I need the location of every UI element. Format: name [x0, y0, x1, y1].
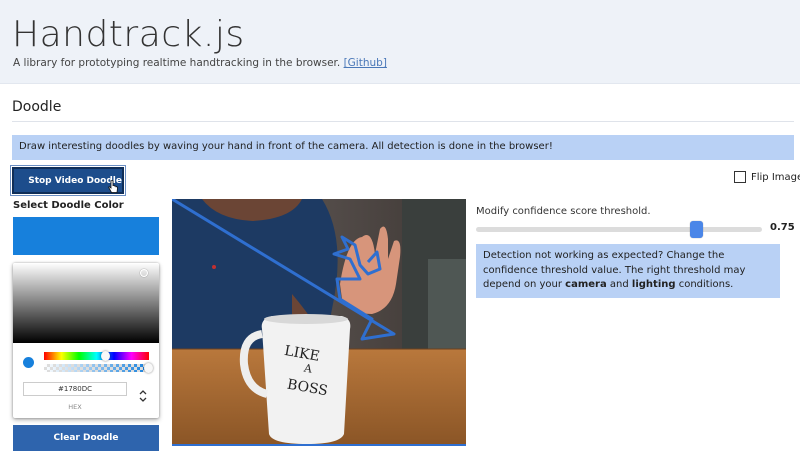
alpha-handle[interactable]	[144, 363, 153, 373]
hue-handle[interactable]	[101, 351, 110, 361]
section-title: Doodle	[12, 99, 62, 115]
header: Handtrack.js A library for prototyping r…	[0, 0, 800, 84]
chevron-up-down-icon[interactable]	[138, 388, 148, 404]
subtitle-text: A library for prototyping realtime handt…	[13, 57, 341, 69]
video-canvas: LIKE A BOSS	[172, 199, 466, 446]
select-doodle-color-label: Select Doodle Color	[13, 200, 124, 211]
saturation-handle[interactable]	[140, 269, 148, 277]
app-title: Handtrack.js	[12, 14, 245, 55]
color-preview	[23, 357, 34, 368]
help-lighting: lighting	[631, 279, 676, 290]
hand-pointer-icon	[108, 180, 118, 193]
clear-doodle-button[interactable]: Clear Doodle	[13, 425, 159, 451]
help-text-after: conditions.	[675, 279, 734, 290]
doodle-color-swatch[interactable]	[13, 217, 159, 255]
threshold-slider-track[interactable]	[476, 227, 762, 232]
hex-input[interactable]	[23, 382, 127, 396]
info-banner: Draw interesting doodles by waving your …	[12, 135, 794, 160]
saturation-area[interactable]	[13, 263, 159, 343]
github-link[interactable]: [Github]	[344, 57, 387, 69]
threshold-slider-thumb[interactable]	[690, 221, 703, 238]
video-frame: LIKE A BOSS	[172, 199, 466, 444]
color-picker: HEX	[13, 263, 159, 418]
section-divider	[12, 121, 794, 122]
hue-slider[interactable]	[44, 352, 149, 360]
alpha-slider[interactable]	[44, 364, 149, 372]
help-box: Detection not working as expected? Chang…	[476, 244, 780, 298]
flip-image-checkbox[interactable]	[734, 171, 746, 183]
threshold-label: Modify confidence score threshold.	[476, 206, 651, 217]
threshold-value: 0.75	[770, 222, 795, 233]
help-and: and	[606, 279, 632, 290]
help-camera: camera	[565, 279, 607, 290]
flip-image-label: Flip Image	[751, 171, 800, 183]
hex-label: HEX	[68, 403, 82, 411]
flip-image-toggle[interactable]: Flip Image	[734, 171, 800, 183]
app-subtitle: A library for prototyping realtime handt…	[13, 57, 387, 69]
